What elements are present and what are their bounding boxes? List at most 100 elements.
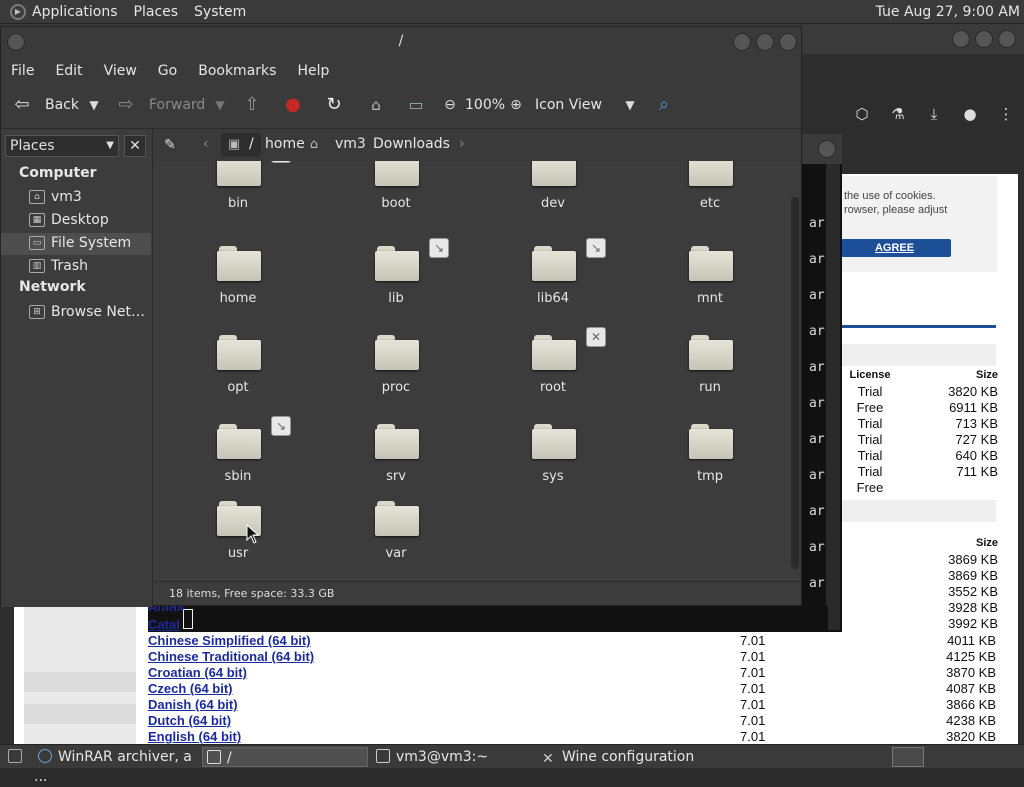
forward-button[interactable]: Forward (149, 97, 205, 113)
download-icon[interactable]: ⤓ (926, 106, 942, 122)
folder-item[interactable]: etc (655, 161, 765, 221)
language-link[interactable]: Chinese Simplified (64 bit) (148, 633, 311, 649)
browser-maximize-button[interactable] (975, 30, 993, 48)
stop-icon[interactable]: ● (282, 94, 304, 116)
path-vm3[interactable]: vm3 (335, 136, 366, 152)
workspace-switcher[interactable] (892, 747, 924, 767)
browser-close-button[interactable] (998, 30, 1016, 48)
folder-label: lib64 (536, 291, 570, 306)
view-mode-dropdown-icon[interactable]: ▼ (619, 94, 641, 116)
back-dropdown-icon[interactable]: ▼ (83, 94, 105, 116)
wrench-icon: ✕ (542, 751, 554, 767)
task-terminal[interactable]: vm3@vm3:~ (372, 747, 532, 767)
applications-logo-icon[interactable]: ▶ (10, 3, 26, 20)
folder-item[interactable]: bin ↘ (183, 161, 293, 221)
reload-icon[interactable]: ↻ (323, 94, 345, 116)
sidebar-item-desktop[interactable]: ▦ Desktop (1, 210, 151, 232)
sidebar-item-vm3[interactable]: ⌂ vm3 (1, 187, 151, 209)
folder-label: mnt (697, 291, 723, 306)
path-scroll-left-icon[interactable]: ‹ (203, 136, 209, 152)
home-icon[interactable]: ⌂ (365, 94, 387, 116)
terminal-scrollbar[interactable] (826, 164, 840, 630)
up-arrow-icon[interactable]: ⇧ (241, 94, 263, 116)
show-desktop-icon[interactable] (4, 747, 24, 767)
location-edit-icon[interactable]: ✎ (159, 134, 181, 156)
folder-item[interactable]: var (341, 501, 451, 571)
language-link[interactable]: English (64 bit) (148, 729, 241, 745)
task-winrar-browser[interactable]: WinRAR archiver, a ... (34, 747, 198, 785)
menu-help[interactable]: Help (297, 63, 329, 79)
zoom-out-icon[interactable]: ⊖ (439, 94, 461, 116)
size-cell: 3869 KB (948, 552, 998, 567)
sidebar-item-browse-network[interactable]: ⊞ Browse Net… (1, 302, 151, 324)
forward-arrow-icon[interactable]: ⇨ (115, 94, 137, 116)
folder-item[interactable]: boot (341, 161, 451, 221)
places-dropdown[interactable]: Places ▼ (5, 135, 119, 157)
vertical-scrollbar[interactable] (789, 161, 801, 581)
terminal-close-button[interactable] (818, 140, 836, 158)
applications-menu[interactable]: Applications (32, 4, 118, 20)
close-button[interactable] (779, 33, 797, 51)
folder-item[interactable]: lib64 ↘ (498, 238, 608, 316)
folder-item[interactable]: mnt (655, 246, 765, 316)
close-sidebar-icon[interactable]: ✕ (124, 135, 146, 157)
file-manager-titlebar[interactable]: / (1, 27, 801, 57)
profile-avatar-icon[interactable]: ● (962, 106, 978, 122)
table-gray-band (838, 344, 996, 366)
icon-view[interactable]: bin ↘ boot dev etc home lib ↘ lib64 ↘ mnt opt proc ro… (155, 161, 789, 581)
menu-edit[interactable]: Edit (55, 63, 82, 79)
search-icon[interactable]: ⌕ (653, 94, 675, 116)
language-link[interactable]: Danish (64 bit) (148, 697, 238, 713)
maximize-button[interactable] (756, 33, 774, 51)
forward-dropdown-icon[interactable]: ▼ (209, 94, 231, 116)
menu-go[interactable]: Go (158, 63, 177, 79)
folder-item[interactable]: lib ↘ (341, 238, 451, 316)
extensions-icon[interactable]: ⬡ (854, 106, 870, 122)
menu-view[interactable]: View (104, 63, 137, 79)
folder-item[interactable]: sbin ↘ (183, 416, 293, 494)
clock[interactable]: Tue Aug 27, 9:00 AM (876, 4, 1020, 20)
language-link[interactable]: Czech (64 bit) (148, 681, 233, 697)
language-row: Chinese Simplified (64 bit) 7.01 4011 KB (148, 633, 998, 649)
folder-icon (532, 161, 576, 187)
browser-icon (38, 749, 52, 763)
places-menu[interactable]: Places (134, 4, 179, 20)
back-button[interactable]: Back (45, 97, 79, 113)
folder-item[interactable]: dev (498, 161, 608, 221)
language-link-partial[interactable]: Catal (148, 617, 180, 633)
task-file-manager[interactable]: / (202, 747, 368, 767)
language-link[interactable]: Croatian (64 bit) (148, 665, 247, 681)
language-link[interactable]: Dutch (64 bit) (148, 713, 231, 729)
folder-item[interactable]: sys (498, 424, 608, 494)
path-downloads[interactable]: Downloads (373, 136, 450, 152)
folder-item[interactable]: srv (341, 424, 451, 494)
sidebar-item-trash[interactable]: ▥ Trash (1, 256, 151, 278)
folder-item[interactable]: home (183, 246, 293, 316)
folder-item[interactable]: opt (183, 335, 293, 405)
zoom-in-icon[interactable]: ⊕ (505, 94, 527, 116)
task-wine-configuration[interactable]: ✕ Wine configuration (538, 747, 708, 767)
computer-icon[interactable]: ▭ (405, 94, 427, 116)
browser-minimize-button[interactable] (952, 30, 970, 48)
more-menu-icon[interactable]: ⋮ (998, 106, 1014, 122)
language-link[interactable]: Chinese Traditional (64 bit) (148, 649, 314, 665)
labs-flask-icon[interactable]: ⚗ (890, 106, 906, 122)
cookie-agree-button[interactable]: AGREE (838, 239, 951, 257)
folder-item[interactable]: proc (341, 335, 451, 405)
path-home[interactable]: home (265, 136, 305, 152)
folder-item[interactable]: run (655, 335, 765, 405)
symlink-emblem-icon: ↘ (429, 238, 449, 258)
folder-item[interactable]: usr (183, 501, 293, 571)
path-root[interactable]: / (249, 136, 254, 152)
folder-item[interactable]: root ✕ (498, 327, 608, 405)
system-menu[interactable]: System (194, 4, 246, 20)
menu-bookmarks[interactable]: Bookmarks (198, 63, 276, 79)
view-mode-select[interactable]: Icon View (535, 97, 602, 113)
scrollbar-thumb[interactable] (791, 197, 799, 569)
sidebar-item-file-system[interactable]: ▭ File System (1, 233, 151, 255)
menu-file[interactable]: File (11, 63, 34, 79)
minimize-button[interactable] (733, 33, 751, 51)
back-arrow-icon[interactable]: ⇦ (11, 94, 33, 116)
folder-item[interactable]: tmp (655, 424, 765, 494)
path-scroll-right-icon[interactable]: › (459, 136, 465, 152)
